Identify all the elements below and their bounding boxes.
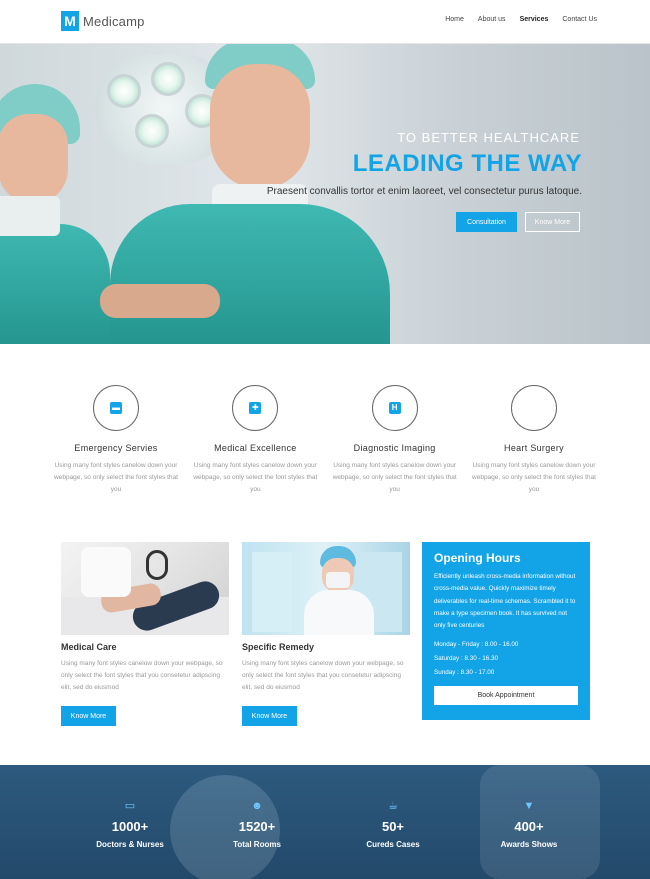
site-header: M Medicamp Home About us Services Contac…: [0, 0, 650, 44]
book-appointment-button[interactable]: Book Appointment: [434, 686, 578, 706]
stat-rooms: ☻ 1520+ Total Rooms: [207, 800, 307, 850]
stat-label: Awards Shows: [500, 840, 558, 849]
stat-number: 1520+: [238, 819, 276, 834]
feature-emergency: ▬ Emergency Servies Using many font styl…: [48, 385, 184, 496]
feature-icon-circle: ▬: [93, 385, 139, 431]
hero-title: LEADING THE WAY: [352, 150, 582, 177]
logo[interactable]: M Medicamp: [61, 11, 145, 31]
opening-hours-panel: Opening Hours Efficiently unleash cross-…: [422, 542, 590, 720]
opening-hours-text: Efficiently unleash cross-media informat…: [434, 573, 576, 630]
logo-text: Medicamp: [83, 13, 145, 29]
service-text: Using many font styles canelow down your…: [242, 660, 404, 691]
trophy-icon: ▼: [523, 800, 535, 812]
feature-heart-surgery: Heart Surgery Using many font styles can…: [466, 385, 602, 496]
ambulance-icon: ▬: [110, 402, 122, 414]
features-row: ▬ Emergency Servies Using many font styl…: [48, 385, 602, 496]
hospital-icon: H: [388, 402, 401, 414]
coffee-cup-icon: ☕: [388, 800, 398, 812]
service-specific-remedy: Specific Remedy Using many font styles c…: [242, 542, 410, 726]
nav-home[interactable]: Home: [445, 16, 464, 23]
service-text: Using many font styles canelow down your…: [61, 660, 223, 691]
stats-section: ▭ 1000+ Doctors & Nurses ☻ 1520+ Total R…: [0, 765, 650, 879]
monitor-icon: ▭: [124, 800, 136, 812]
stat-cured-cases: ☕ 50+ Cureds Cases: [343, 800, 443, 850]
feature-text: Using many font styles canelow down your…: [54, 462, 178, 493]
specific-remedy-know-more-button[interactable]: Know More: [242, 706, 297, 726]
nav-about-us[interactable]: About us: [478, 16, 506, 23]
medical-person-icon: ✚: [249, 402, 262, 414]
hero-banner: TO BETTER HEALTHCARE LEADING THE WAY Pra…: [0, 44, 650, 344]
feature-title: Emergency Servies: [74, 443, 158, 453]
nav-services[interactable]: Services: [520, 16, 549, 23]
service-title: Medical Care: [61, 642, 117, 652]
users-icon: ☻: [251, 800, 263, 812]
stat-label: Total Rooms: [233, 840, 281, 849]
opening-hours-schedule: Monday - Friday : 8.00 - 16.00 Saturday …: [434, 638, 578, 680]
stat-doctors: ▭ 1000+ Doctors & Nurses: [80, 800, 180, 850]
main-nav: Home About us Services Contact Us: [445, 16, 597, 23]
hours-row-weekdays: Monday - Friday : 8.00 - 16.00: [434, 641, 519, 649]
feature-diagnostic-imaging: H Diagnostic Imaging Using many font sty…: [327, 385, 463, 496]
hours-row-saturday: Saturday : 8.30 - 16.30: [434, 655, 499, 663]
logo-mark: M: [61, 11, 79, 31]
medical-care-image: [61, 542, 229, 635]
feature-icon-circle: [510, 385, 557, 431]
feature-text: Using many font styles canelow down your…: [332, 462, 457, 493]
stat-label: Cureds Cases: [366, 840, 420, 849]
feature-text: Using many font styles canelow down your…: [472, 462, 596, 493]
feature-icon-circle: ✚: [232, 385, 279, 431]
consultation-button[interactable]: Consultation: [456, 212, 517, 232]
service-title: Specific Remedy: [242, 642, 315, 652]
specific-remedy-image: [242, 542, 410, 635]
hero-buttons: Consultation Know More: [456, 212, 580, 232]
hours-row-sunday: Sunday : 8.30 - 17.00: [434, 669, 495, 677]
stat-number: 50+: [381, 819, 405, 834]
stat-number: 1000+: [111, 819, 149, 834]
medical-care-know-more-button[interactable]: Know More: [61, 706, 116, 726]
stat-awards: ▼ 400+ Awards Shows: [479, 800, 579, 850]
feature-icon-circle: H: [371, 385, 418, 431]
service-medical-care: Medical Care Using many font styles cane…: [61, 542, 229, 726]
feature-title: Medical Excellence: [214, 443, 297, 453]
feature-text: Using many font styles canelow down your…: [193, 462, 318, 493]
stat-number: 400+: [514, 819, 544, 834]
know-more-button[interactable]: Know More: [525, 212, 580, 232]
hero-eyebrow: TO BETTER HEALTHCARE: [397, 130, 580, 145]
feature-title: Heart Surgery: [504, 443, 564, 453]
feature-medical-excellence: ✚ Medical Excellence Using many font sty…: [187, 385, 323, 496]
feature-title: Diagnostic Imaging: [353, 443, 436, 453]
hero-subtitle: Praesent convallis tortor et enim laoree…: [266, 186, 582, 197]
opening-hours-title: Opening Hours: [434, 551, 521, 565]
stat-label: Doctors & Nurses: [96, 840, 164, 849]
nav-contact-us[interactable]: Contact Us: [562, 16, 597, 23]
